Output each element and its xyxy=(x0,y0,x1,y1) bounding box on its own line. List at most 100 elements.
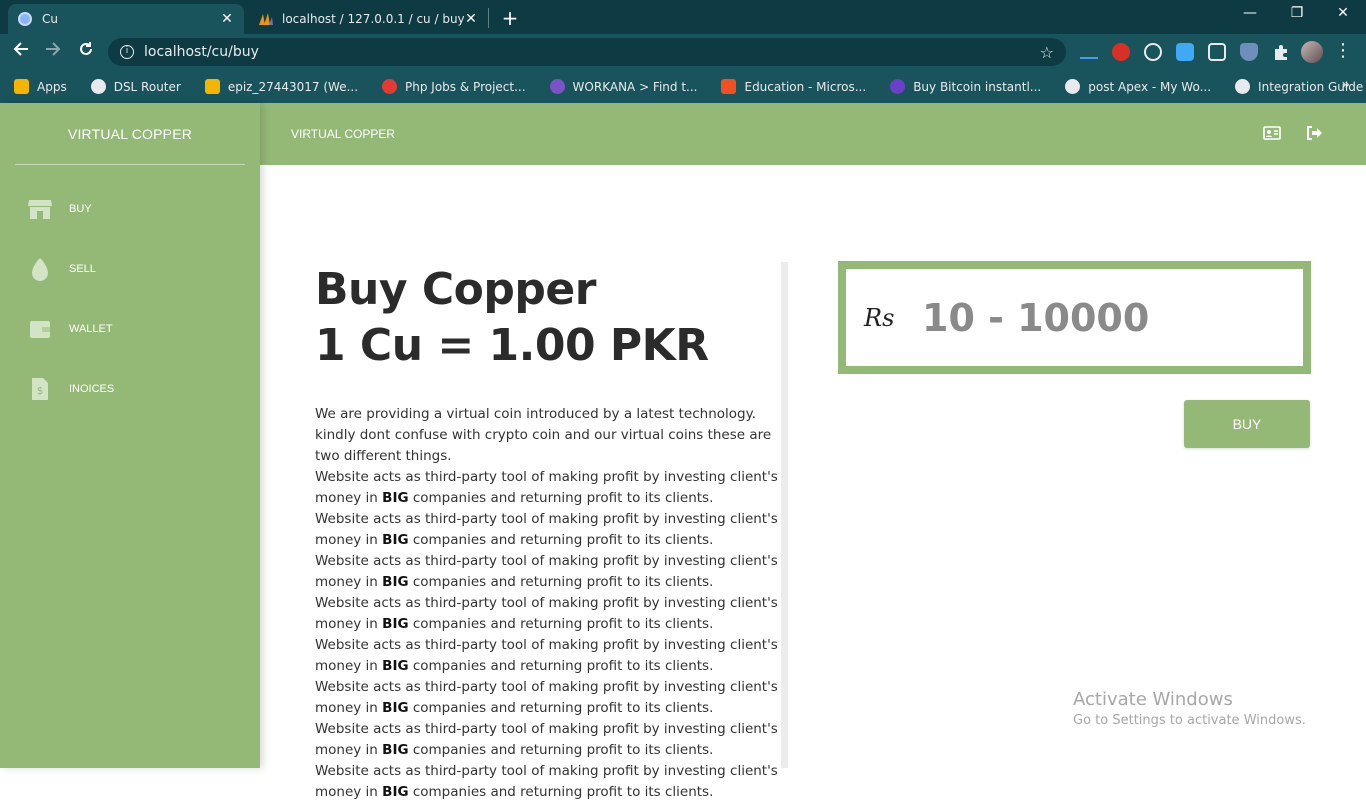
wallet-icon xyxy=(28,317,52,341)
watermark-title: Activate Windows xyxy=(1073,689,1233,710)
reload-icon[interactable] xyxy=(75,40,97,63)
logout-icon[interactable] xyxy=(1305,125,1323,141)
bookmark-star-icon[interactable]: ☆ xyxy=(1040,43,1054,62)
heading-rate: 1 Cu = 1.00 PKR xyxy=(315,320,709,371)
description-segment: companies and returning profit to its cl… xyxy=(408,574,714,590)
description-segment: companies and returning profit to its cl… xyxy=(408,742,714,758)
tab-separator xyxy=(488,8,489,28)
apex-icon xyxy=(1065,79,1081,94)
changelly-icon xyxy=(890,79,906,94)
description-emphasis: BIG xyxy=(382,784,409,800)
bookmark-item[interactable]: Php Jobs & Project... xyxy=(382,79,526,94)
description-segment: companies and returning profit to its cl… xyxy=(408,532,714,548)
bookmarks-more-icon[interactable]: » xyxy=(1341,77,1350,93)
bookmark-item[interactable]: Education - Micros... xyxy=(721,79,866,94)
bookmark-item[interactable]: WORKANA > Find t... xyxy=(549,79,698,94)
bookmark-label: DSL Router xyxy=(113,79,181,94)
sidebar-item-buy[interactable]: BUY xyxy=(28,195,92,223)
minimize-button[interactable]: — xyxy=(1238,5,1262,21)
tab-strip: Cu ✕ localhost / 127.0.0.1 / cu / buy | … xyxy=(0,0,1366,34)
bookmarks-bar: Apps DSL Router epiz_27443017 (We... Php Jo… xyxy=(0,70,1366,103)
forward-icon[interactable] xyxy=(42,40,64,63)
tab-close-icon[interactable]: ✕ xyxy=(464,11,478,27)
bookmark-label: WORKANA > Find t... xyxy=(572,79,698,94)
heading-title: Buy Copper xyxy=(315,264,596,315)
amount-input-box: Rs xyxy=(838,261,1311,374)
close-window-button[interactable]: ✕ xyxy=(1331,5,1355,21)
tab-cu[interactable]: Cu ✕ xyxy=(8,4,244,34)
topbar-title: VIRTUAL COPPER xyxy=(291,127,396,141)
sidebar-item-label: BUY xyxy=(69,203,92,215)
bookmark-item[interactable]: epiz_27443017 (We... xyxy=(204,79,359,94)
activate-windows-watermark: Activate Windows Go to Settings to activ… xyxy=(1073,689,1306,728)
bookmark-label: Apps xyxy=(37,79,67,94)
site-info-icon[interactable]: i xyxy=(120,45,134,59)
description-emphasis: BIG xyxy=(382,616,409,632)
description-segment: companies and returning profit to its cl… xyxy=(408,490,714,506)
tab-title: localhost / 127.0.0.1 / cu / buy | p xyxy=(282,12,464,26)
buy-button[interactable]: BUY xyxy=(1184,400,1310,448)
bookmark-label: post Apex - My Wo... xyxy=(1088,79,1212,94)
description-line: Website acts as third-party tool of maki… xyxy=(315,763,778,800)
new-tab-button[interactable]: + xyxy=(500,6,520,30)
bookmark-item[interactable]: DSL Router xyxy=(90,79,181,94)
bookmark-item[interactable]: Buy Bitcoin instantl... xyxy=(890,79,1041,94)
description-emphasis: BIG xyxy=(382,574,409,590)
bookmark-item[interactable]: post Apex - My Wo... xyxy=(1065,79,1211,94)
menu-kebab-icon[interactable]: ⋮ xyxy=(1334,40,1352,61)
sidebar-item-sell[interactable]: SELL xyxy=(28,255,96,283)
back-icon[interactable] xyxy=(10,40,32,63)
intro-text: We are providing a virtual coin introduc… xyxy=(315,406,772,464)
sidebar-brand[interactable]: VIRTUAL COPPER xyxy=(15,103,245,165)
description-line: Website acts as third-party tool of maki… xyxy=(315,721,778,758)
description-emphasis: BIG xyxy=(382,742,409,758)
url-text: localhost/cu/buy xyxy=(144,44,259,60)
description-segment: companies and returning profit to its cl… xyxy=(408,784,714,800)
description-line: Website acts as third-party tool of maki… xyxy=(315,595,778,632)
extension-blue-icon[interactable] xyxy=(1080,45,1098,59)
sidebar-item-label: WALLET xyxy=(69,323,113,335)
globe-icon xyxy=(90,79,106,94)
apps-grid-icon xyxy=(14,79,29,94)
globe-icon xyxy=(18,12,32,26)
svg-text:$: $ xyxy=(37,386,43,397)
tab-phpmyadmin[interactable]: localhost / 127.0.0.1 / cu / buy | p ✕ xyxy=(248,4,488,34)
adblock-icon[interactable] xyxy=(1112,43,1130,61)
bookmark-label: epiz_27443017 (We... xyxy=(227,79,359,94)
sidebar-item-wallet[interactable]: WALLET xyxy=(28,315,113,343)
address-bar[interactable]: i localhost/cu/buy ☆ xyxy=(108,38,1066,66)
sidebar-item-invoices[interactable]: $ INOICES xyxy=(28,375,114,403)
workana-icon xyxy=(549,79,565,94)
watermark-subtitle: Go to Settings to activate Windows. xyxy=(1073,713,1306,728)
sidebar: VIRTUAL COPPER BUY SELL WALLET $ INOICES xyxy=(0,103,260,768)
top-navbar: VIRTUAL COPPER xyxy=(260,103,1366,165)
description-emphasis: BIG xyxy=(382,658,409,674)
rupee-icon: Rs xyxy=(864,303,895,332)
qr-code-icon[interactable] xyxy=(1208,43,1226,61)
description-line: Website acts as third-party tool of maki… xyxy=(315,553,778,590)
description-text: We are providing a virtual coin introduc… xyxy=(315,404,781,803)
description-line: Website acts as third-party tool of maki… xyxy=(315,511,778,548)
amount-input[interactable] xyxy=(922,295,1282,340)
sidebar-item-label: INOICES xyxy=(69,383,115,395)
description-segment: companies and returning profit to its cl… xyxy=(408,658,714,674)
puzzle-icon[interactable] xyxy=(1272,43,1290,61)
bulb-icon[interactable] xyxy=(1144,43,1162,61)
description-segment: companies and returning profit to its cl… xyxy=(408,700,714,716)
share-icon[interactable] xyxy=(1176,43,1194,61)
globe-icon xyxy=(1235,79,1251,94)
description-line: Website acts as third-party tool of maki… xyxy=(315,469,778,506)
description-line: Website acts as third-party tool of maki… xyxy=(315,637,778,674)
profile-card-icon[interactable] xyxy=(1263,125,1281,141)
microsoft-icon xyxy=(721,79,737,94)
description-emphasis: BIG xyxy=(382,700,409,716)
bookmark-item[interactable]: Apps xyxy=(14,79,67,94)
profile-avatar[interactable] xyxy=(1301,41,1323,63)
restore-button[interactable]: ❐ xyxy=(1285,5,1309,21)
browser-toolbar: i localhost/cu/buy ☆ ⋮ xyxy=(0,34,1366,70)
bookmark-label: Php Jobs & Project... xyxy=(405,79,526,94)
page-title: Buy Copper 1 Cu = 1.00 PKR xyxy=(315,262,781,374)
tab-close-icon[interactable]: ✕ xyxy=(220,11,234,27)
description-emphasis: BIG xyxy=(382,490,409,506)
shield-icon[interactable] xyxy=(1240,43,1258,61)
